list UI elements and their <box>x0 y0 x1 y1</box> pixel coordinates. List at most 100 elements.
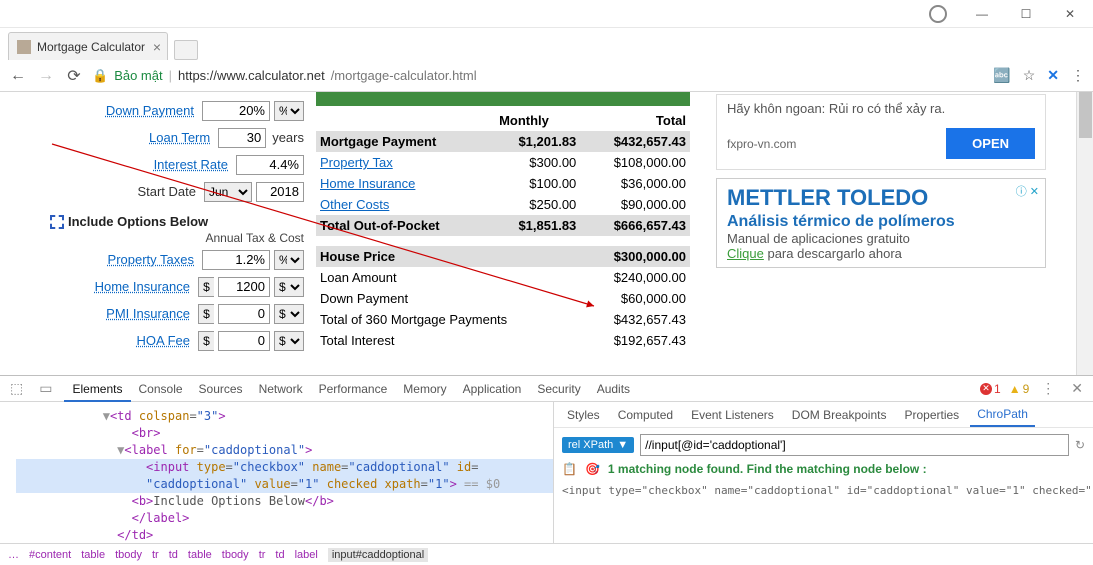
results-table-top: MonthlyTotal <box>316 110 690 131</box>
ad-top[interactable]: Hãy khôn ngoan: Rủi ro có thể xảy ra. fx… <box>716 94 1046 170</box>
pmi-label[interactable]: PMI Insurance <box>106 306 190 321</box>
result-row: Total of 360 Mortgage Payments$432,657.4… <box>316 309 690 330</box>
devtools-tab-application[interactable]: Application <box>455 378 530 400</box>
breadcrumb-item[interactable]: td <box>275 549 284 561</box>
side-tab-properties[interactable]: Properties <box>897 404 966 426</box>
down-payment-unit[interactable]: % <box>274 101 304 121</box>
down-payment-input[interactable] <box>202 101 270 121</box>
side-tab-chropath[interactable]: ChroPath <box>970 403 1035 427</box>
secure-label: Bảo mật <box>114 68 162 83</box>
breadcrumb-item[interactable]: tbody <box>115 549 142 561</box>
ad-brand: METTLER TOLEDO <box>727 185 1035 211</box>
breadcrumb-item[interactable]: #content <box>29 549 71 561</box>
device-toggle-icon[interactable]: ▭ <box>35 380 56 397</box>
pmi-unit[interactable]: $ <box>274 304 304 324</box>
devtools-tab-audits[interactable]: Audits <box>589 378 638 400</box>
page-scrollbar[interactable] <box>1076 92 1093 375</box>
start-month-select[interactable]: Jun <box>204 182 252 202</box>
copy-icon[interactable]: 📋 <box>562 462 577 476</box>
inspect-icon[interactable]: ⬚ <box>6 380 27 397</box>
devtools-tab-sources[interactable]: Sources <box>191 378 251 400</box>
breadcrumb-item[interactable]: tbody <box>222 549 249 561</box>
menu-icon[interactable]: ⋮ <box>1071 67 1085 84</box>
result-link[interactable]: Other Costs <box>320 197 389 212</box>
loan-term-label[interactable]: Loan Term <box>149 130 210 145</box>
devtools-tab-memory[interactable]: Memory <box>395 378 454 400</box>
url-display[interactable]: 🔒 Bảo mật | https://www.calculator.net/m… <box>92 68 985 84</box>
devtools-tab-security[interactable]: Security <box>529 378 588 400</box>
user-account-icon[interactable] <box>921 3 955 25</box>
result-link[interactable]: Home Insurance <box>320 176 415 191</box>
breadcrumb-item[interactable]: table <box>188 549 212 561</box>
home-insurance-input[interactable] <box>218 277 270 297</box>
result-link[interactable]: Property Tax <box>320 155 393 170</box>
devtools-tab-elements[interactable]: Elements <box>64 378 130 402</box>
devtools-tab-network[interactable]: Network <box>251 378 311 400</box>
breadcrumb-item[interactable]: input#caddoptional <box>328 548 428 562</box>
devtools-tab-performance[interactable]: Performance <box>311 378 396 400</box>
error-count[interactable]: ✕1 <box>980 382 1001 396</box>
breadcrumb-item[interactable]: table <box>81 549 105 561</box>
down-payment-label[interactable]: Down Payment <box>106 103 194 118</box>
adchoices-icon[interactable]: ⓘ ✕ <box>1016 183 1039 199</box>
minimize-button[interactable]: — <box>965 3 999 25</box>
result-row: Home Insurance$100.00$36,000.00 <box>316 173 690 194</box>
page-content: Down Payment% Loan Term years Interest Ra… <box>0 92 1093 375</box>
property-tax-unit[interactable]: % <box>274 250 304 270</box>
close-tab-icon[interactable]: × <box>153 39 161 55</box>
include-options-header: Include Options Below <box>50 214 304 229</box>
translate-icon[interactable]: 🔤 <box>993 67 1010 84</box>
new-tab-button[interactable] <box>174 40 198 60</box>
hoa-unit[interactable]: $ <box>274 331 304 351</box>
devtools-tab-console[interactable]: Console <box>131 378 191 400</box>
side-tab-computed[interactable]: Computed <box>611 404 680 426</box>
hoa-label[interactable]: HOA Fee <box>137 333 190 348</box>
browser-tab-bar: Mortgage Calculator × <box>0 28 1093 60</box>
dollar-prefix: $ <box>198 331 214 351</box>
xpath-input[interactable] <box>640 434 1069 456</box>
breadcrumb-item[interactable]: tr <box>259 549 266 561</box>
refresh-icon[interactable]: ↻ <box>1075 438 1085 452</box>
interest-rate-label[interactable]: Interest Rate <box>154 157 228 172</box>
ad-bottom[interactable]: ⓘ ✕ METTLER TOLEDO Análisis térmico de p… <box>716 178 1046 268</box>
extension-icon[interactable]: ✕ <box>1047 67 1059 84</box>
url-path: /mortgage-calculator.html <box>331 68 477 83</box>
breadcrumb-item[interactable]: label <box>295 549 318 561</box>
warning-count[interactable]: ▲9 <box>1009 382 1030 396</box>
ad-cta-link[interactable]: Clique <box>727 246 764 261</box>
loan-term-input[interactable] <box>218 128 266 148</box>
breadcrumb-item[interactable]: tr <box>152 549 159 561</box>
start-year-input[interactable] <box>256 182 304 202</box>
chart-bar <box>316 92 690 106</box>
property-tax-label[interactable]: Property Taxes <box>108 252 194 267</box>
ad-open-button[interactable]: OPEN <box>946 128 1035 159</box>
pmi-input[interactable] <box>218 304 270 324</box>
browser-tab[interactable]: Mortgage Calculator × <box>8 32 168 60</box>
target-icon[interactable]: 🎯 <box>585 462 600 476</box>
back-button[interactable]: ← <box>8 67 28 85</box>
rel-xpath-toggle[interactable]: rel XPath▼ <box>562 437 634 453</box>
dollar-prefix: $ <box>198 277 214 297</box>
tab-title: Mortgage Calculator <box>37 40 145 54</box>
home-insurance-unit[interactable]: $ <box>274 277 304 297</box>
home-insurance-label[interactable]: Home Insurance <box>95 279 190 294</box>
dom-tree[interactable]: ▼<td colspan="3"> <br> ▼<label for="cadd… <box>0 402 553 543</box>
breadcrumb-item[interactable]: td <box>169 549 178 561</box>
side-tab-styles[interactable]: Styles <box>560 404 607 426</box>
side-tab-dom-breakpoints[interactable]: DOM Breakpoints <box>785 404 894 426</box>
side-tab-event-listeners[interactable]: Event Listeners <box>684 404 781 426</box>
forward-button[interactable]: → <box>36 67 56 85</box>
reload-button[interactable]: ⟳ <box>64 66 84 86</box>
loan-term-unit: years <box>272 130 304 145</box>
property-tax-input[interactable] <box>202 250 270 270</box>
close-window-button[interactable]: ✕ <box>1053 3 1087 25</box>
devtools-panel: ⬚ ▭ ElementsConsoleSourcesNetworkPerform… <box>0 375 1093 565</box>
interest-rate-input[interactable] <box>236 155 304 175</box>
breadcrumb-item[interactable]: … <box>8 549 19 561</box>
maximize-button[interactable]: ☐ <box>1009 3 1043 25</box>
dom-breadcrumb[interactable]: …#contenttabletbodytrtdtabletbodytrtdlab… <box>0 543 1093 565</box>
bookmark-icon[interactable]: ☆ <box>1023 67 1036 84</box>
devtools-close-icon[interactable]: ✕ <box>1067 380 1087 397</box>
hoa-input[interactable] <box>218 331 270 351</box>
devtools-menu-icon[interactable]: ⋮ <box>1037 380 1059 397</box>
